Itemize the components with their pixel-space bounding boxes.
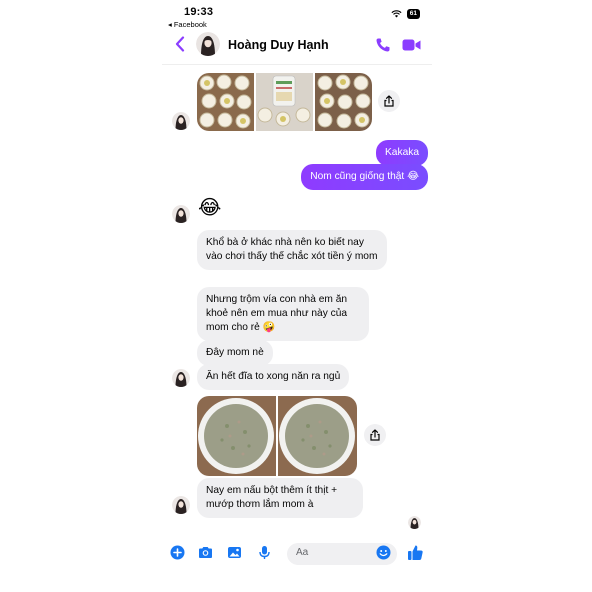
- messenger-screen: 19:33 ◂ Facebook 61 Hoàng Duy Hạnh Kakak…: [162, 0, 432, 592]
- contact-name[interactable]: Hoàng Duy Hạnh: [228, 38, 329, 52]
- share-icon: [370, 429, 380, 441]
- share-icon: [384, 95, 394, 107]
- sender-avatar: [172, 112, 190, 130]
- like-icon[interactable]: [407, 544, 424, 561]
- battery-indicator: 61: [406, 9, 420, 19]
- camera-icon[interactable]: [198, 545, 213, 560]
- status-icons: 61: [391, 9, 420, 19]
- shared-image-pair[interactable]: [197, 396, 357, 476]
- message-bubble-out[interactable]: Kakaka: [376, 140, 428, 166]
- emoji-message[interactable]: 😂: [198, 195, 221, 220]
- message-bubble-out[interactable]: Nom cũng giống thật 😂: [301, 164, 428, 190]
- seen-avatar: [408, 516, 421, 529]
- share-button[interactable]: [378, 90, 400, 112]
- gallery-icon[interactable]: [227, 545, 242, 560]
- plus-icon[interactable]: [170, 545, 185, 560]
- message-bubble-in[interactable]: Nay em nấu bột thêm ít thịt + mướp thơm …: [197, 478, 363, 518]
- message-bubble-in[interactable]: Khổ bà ở khác nhà nên ko biết nay vào ch…: [197, 230, 387, 270]
- message-bubble-in[interactable]: Đây mom nè: [197, 340, 273, 366]
- phone-icon[interactable]: [375, 37, 391, 53]
- emoji-icon[interactable]: [376, 545, 391, 560]
- message-bubble-in[interactable]: Nhưng trộm vía con nhà em ăn khoẻ nên em…: [197, 287, 369, 341]
- message-bubble-in[interactable]: Ăn hết đĩa to xong năn ra ngủ: [197, 364, 350, 390]
- microphone-icon[interactable]: [257, 545, 272, 560]
- header-divider: [162, 64, 432, 65]
- sender-avatar: [172, 205, 190, 223]
- wifi-icon: [391, 10, 402, 18]
- sender-avatar: [172, 369, 190, 387]
- shared-image-gallery[interactable]: [197, 73, 372, 131]
- food-cups-photos: [197, 73, 372, 131]
- video-call-icon[interactable]: [402, 38, 421, 52]
- status-time: 19:33: [184, 6, 214, 18]
- share-button[interactable]: [364, 424, 386, 446]
- porridge-bowls-photos: [197, 396, 357, 476]
- message-input-placeholder: Aa: [296, 547, 309, 558]
- sender-avatar: [172, 496, 190, 514]
- contact-avatar[interactable]: [196, 32, 220, 56]
- back-chevron-icon[interactable]: [175, 36, 185, 52]
- back-to-facebook-link[interactable]: ◂ Facebook: [168, 20, 207, 29]
